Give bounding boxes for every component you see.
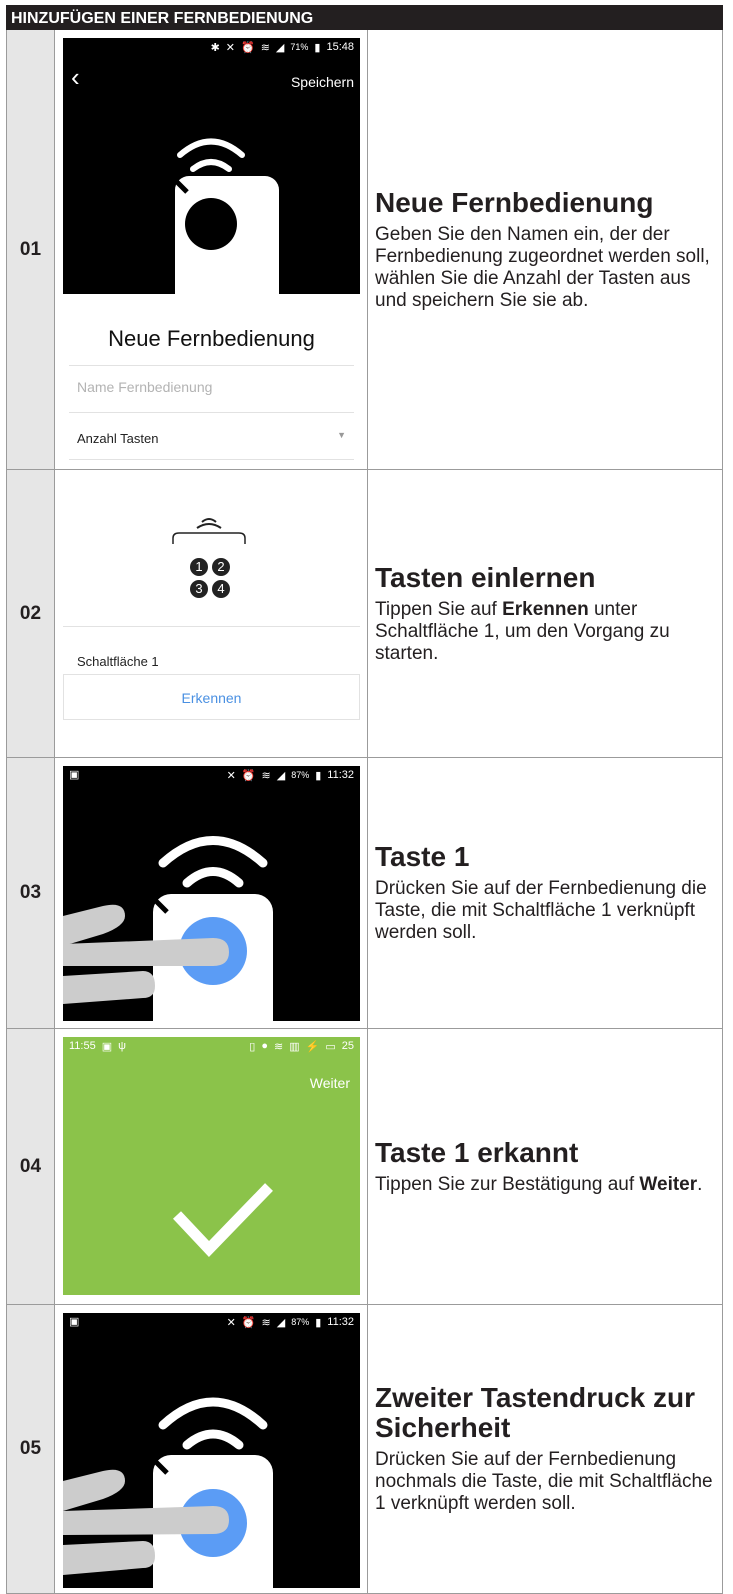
step-number: 02	[7, 470, 55, 757]
step-row-01: 01 ✱ ✕ ⏰ ≋ ◢ 71% ▮ 15:48 ‹ Speichern Neu…	[6, 30, 723, 470]
step-row-05: 05 ▣ ✕ ⏰ ≋ ◢ 87% ▮ 11:32 Zweiter Tastend…	[6, 1305, 723, 1594]
section-header: HINZUFÜGEN EINER FERNBEDIENUNG	[6, 5, 723, 30]
detect-button[interactable]: Erkennen	[63, 674, 360, 720]
step-title: Tasten einlernen	[375, 561, 596, 593]
name-field[interactable]: Name Fernbedienung	[77, 379, 212, 395]
step-screenshot: ▣ ✕ ⏰ ≋ ◢ 87% ▮ 11:32	[55, 1305, 368, 1593]
step-text: Taste 1 Drücken Sie auf der Fernbedienun…	[368, 758, 722, 1028]
finger-press-illustration	[63, 836, 273, 1021]
keys-count-label: Anzahl Tasten	[77, 431, 159, 446]
remote-illustration	[169, 138, 279, 294]
key-4: 4	[212, 580, 230, 598]
step-number: 01	[7, 30, 55, 469]
step-screenshot: ▣ ✕ ⏰ ≋ ◢ 87% ▮ 11:32	[55, 758, 368, 1028]
step-description: Drücken Sie auf der Fernbedienung nochma…	[375, 1449, 713, 1514]
step-text: Tasten einlernen Tippen Sie auf Erkennen…	[368, 470, 722, 757]
desc-emphasis: Weiter	[639, 1173, 698, 1195]
key-3: 3	[190, 580, 208, 598]
chevron-down-icon: ▼	[337, 430, 346, 440]
step-text: Taste 1 erkannt Tippen Sie zur Bestätigu…	[368, 1029, 722, 1304]
phone-screen: 1 2 3 4 Schaltfläche 1 Erkennen	[63, 478, 360, 750]
step-screenshot: ✱ ✕ ⏰ ≋ ◢ 71% ▮ 15:48 ‹ Speichern Neue F…	[55, 30, 368, 469]
step-title: Neue Fernbedienung	[375, 186, 654, 218]
desc-prefix: Tippen Sie zur Bestätigung auf	[375, 1173, 640, 1195]
finger-press-illustration	[63, 1397, 273, 1588]
phone-screen: ▣ ✕ ⏰ ≋ ◢ 87% ▮ 11:32	[63, 766, 360, 1021]
step-number: 04	[7, 1029, 55, 1304]
desc-prefix: Tippen Sie auf	[375, 598, 503, 620]
phone-screen: ▣ ✕ ⏰ ≋ ◢ 87% ▮ 11:32	[63, 1313, 360, 1588]
desc-suffix: .	[697, 1173, 703, 1195]
step-description: Geben Sie den Namen ein, der der Fernbed…	[375, 223, 710, 311]
form-heading: Neue Fernbedienung	[108, 326, 315, 351]
divider	[63, 626, 360, 627]
instruction-page: HINZUFÜGEN EINER FERNBEDIENUNG 01 ✱ ✕ ⏰ …	[6, 5, 723, 1594]
step-text: Zweiter Tastendruck zur Sicherheit Drück…	[368, 1305, 722, 1593]
remote-keys-illustration	[172, 518, 246, 544]
desc-emphasis: Erkennen	[502, 598, 589, 620]
keys-count-select[interactable]: Anzahl Tasten ▼	[77, 430, 346, 448]
phone-screen: ✱ ✕ ⏰ ≋ ◢ 71% ▮ 15:48 ‹ Speichern Neue F…	[63, 38, 360, 466]
step-number: 03	[7, 758, 55, 1028]
divider	[69, 412, 354, 413]
hero-area: ✱ ✕ ⏰ ≋ ◢ 71% ▮ 15:48 ‹ Speichern	[63, 38, 360, 294]
step-title: Taste 1 erkannt	[375, 1136, 579, 1168]
step-number: 05	[7, 1305, 55, 1593]
step-screenshot: 1 2 3 4 Schaltfläche 1 Erkennen	[55, 470, 368, 757]
step-title: Taste 1	[375, 841, 470, 872]
checkmark-icon	[172, 1183, 273, 1257]
step-text: Neue Fernbedienung Geben Sie den Namen e…	[368, 30, 722, 469]
step-row-02: 02 1 2 3 4 Schaltfläche 1 Erkennen Taste…	[6, 470, 723, 758]
step-description: Tippen Sie zur Bestätigung auf Weiter.	[375, 1174, 716, 1196]
divider	[69, 459, 354, 460]
key-2: 2	[212, 558, 230, 576]
divider	[69, 365, 354, 366]
step-description: Drücken Sie auf der Fernbedienung die Ta…	[375, 878, 707, 943]
phone-screen: 11:55 ▣ ψ ▯ ● ≋ ▥ ⚡ ▭ 25 Weiter	[63, 1037, 360, 1295]
step-description: Tippen Sie auf Erkennen unter Schaltfläc…	[375, 599, 716, 665]
step-screenshot: 11:55 ▣ ψ ▯ ● ≋ ▥ ⚡ ▭ 25 Weiter	[55, 1029, 368, 1304]
step-title: Zweiter Tastendruck zur Sicherheit	[375, 1382, 696, 1443]
key-1: 1	[190, 558, 208, 576]
step-row-03: 03 ▣ ✕ ⏰ ≋ ◢ 87% ▮ 11:32 Taste 1 Drücken…	[6, 758, 723, 1029]
step-row-04: 04 11:55 ▣ ψ ▯ ● ≋ ▥ ⚡ ▭ 25 Weiter Taste…	[6, 1029, 723, 1305]
button-1-label: Schaltfläche 1	[77, 654, 159, 669]
